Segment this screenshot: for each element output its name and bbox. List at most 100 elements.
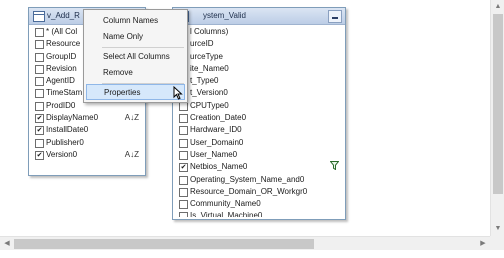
column-label: Community_Name0: [190, 199, 261, 209]
column-checkbox[interactable]: [179, 138, 188, 148]
diagram-canvas: v_Add_R * (All Col Resource GroupID Revisio…: [0, 0, 504, 258]
column-label: urceType: [190, 51, 223, 61]
column-checkbox[interactable]: [35, 64, 44, 74]
column-row[interactable]: Community_Name0: [173, 198, 345, 210]
column-checkbox[interactable]: [35, 28, 44, 37]
column-checkbox[interactable]: [35, 40, 44, 50]
column-checkbox[interactable]: [179, 200, 188, 210]
column-row[interactable]: CPUType0: [173, 100, 345, 112]
menu-item-label: Remove: [103, 68, 133, 77]
column-label: * (All Col: [46, 27, 78, 36]
menu-item-properties[interactable]: Properties: [86, 84, 185, 100]
column-label: GroupID: [46, 51, 77, 61]
menu-separator: [102, 47, 184, 48]
column-label: ProdID0: [46, 100, 76, 110]
column-checkbox[interactable]: ✔: [35, 126, 44, 136]
column-label: User_Domain0: [190, 137, 244, 147]
scroll-right-icon[interactable]: ▶: [476, 237, 490, 251]
column-checkbox[interactable]: [179, 114, 188, 124]
column-label: Is_Virtual_Machine0: [190, 211, 263, 217]
table-title-bar[interactable]: ystem_Valid: [173, 8, 345, 25]
column-row[interactable]: ✔ Netbios_Name0: [173, 161, 345, 173]
column-checkbox[interactable]: [35, 89, 44, 99]
column-label: User_Name0: [190, 149, 238, 159]
horizontal-scroll-thumb[interactable]: [14, 239, 314, 249]
column-label: Creation_Date0: [190, 113, 247, 123]
table-title: v_Add_R: [47, 11, 80, 20]
vertical-scrollbar[interactable]: ▲ ▼: [490, 0, 504, 236]
column-row[interactable]: Is_Virtual_Machine0: [173, 210, 345, 217]
sort-ascending-icon: A↓Z: [124, 113, 139, 123]
column-label: t_Type0: [190, 76, 219, 86]
column-label: t_Version0: [190, 88, 228, 98]
column-checkbox[interactable]: [179, 175, 188, 185]
column-checkbox[interactable]: ✔: [35, 150, 44, 160]
table-icon: [33, 11, 45, 22]
horizontal-scrollbar[interactable]: ◀ ▶: [0, 236, 490, 251]
filter-icon: [329, 161, 340, 172]
column-checkbox[interactable]: ✔: [179, 163, 188, 173]
column-row[interactable]: Operating_System_Name_and0: [173, 174, 345, 186]
column-label: Resource_Domain_OR_Workgr0: [190, 186, 308, 196]
column-label: InstallDate0: [46, 125, 89, 135]
column-label: l Columns): [190, 27, 229, 36]
column-label: TimeStam: [46, 88, 83, 98]
minimize-icon[interactable]: [328, 10, 342, 23]
column-label: urceID: [190, 39, 214, 49]
column-row[interactable]: urceType: [173, 51, 345, 63]
column-label: Resource: [46, 39, 81, 49]
column-row[interactable]: t_Type0: [173, 75, 345, 87]
column-label: Operating_System_Name_and0: [190, 174, 305, 184]
column-checkbox[interactable]: [179, 126, 188, 136]
column-row[interactable]: User_Domain0: [173, 137, 345, 149]
menu-item-remove[interactable]: Remove: [86, 65, 185, 81]
menu-item-select-all-columns[interactable]: Select All Columns: [86, 49, 185, 65]
column-row[interactable]: ✔ Version0 A↓Z: [29, 149, 145, 161]
column-checkbox[interactable]: [35, 138, 44, 148]
column-label: DisplayName0: [46, 113, 99, 123]
column-checkbox[interactable]: [179, 150, 188, 160]
column-row[interactable]: l Columns): [173, 26, 345, 38]
scrollbar-corner: [490, 236, 504, 250]
column-label: Revision: [46, 63, 77, 73]
menu-item-label: Properties: [104, 88, 141, 97]
column-row[interactable]: ite_Name0: [173, 63, 345, 75]
column-row[interactable]: Publisher0: [29, 137, 145, 149]
bottom-strip: [0, 250, 504, 258]
column-row[interactable]: Creation_Date0: [173, 112, 345, 124]
scroll-left-icon[interactable]: ◀: [0, 237, 14, 251]
sort-ascending-icon: A↓Z: [124, 149, 139, 159]
vertical-scroll-thumb[interactable]: [493, 14, 503, 194]
table-title: ystem_Valid: [203, 11, 246, 20]
column-checkbox[interactable]: [35, 77, 44, 87]
column-row[interactable]: urceID: [173, 38, 345, 50]
column-label: Netbios_Name0: [190, 162, 248, 172]
column-checkbox[interactable]: [179, 187, 188, 197]
menu-item-column-names[interactable]: Column Names: [86, 13, 185, 29]
column-label: ite_Name0: [190, 63, 229, 73]
column-list: l Columns) urceID urceType ite_Name0 t_Type0…: [173, 26, 345, 217]
column-label: Version0: [46, 149, 78, 159]
column-row[interactable]: ✔ DisplayName0 A↓Z: [29, 112, 145, 124]
column-checkbox[interactable]: [179, 101, 188, 111]
column-row[interactable]: ✔ InstallDate0: [29, 124, 145, 136]
column-label: Hardware_ID0: [190, 125, 242, 135]
column-label: CPUType0: [190, 100, 229, 110]
column-checkbox[interactable]: ✔: [35, 114, 44, 124]
scroll-up-icon[interactable]: ▲: [491, 0, 504, 14]
table-window-right[interactable]: ystem_Valid l Columns) urceID urceType ite_…: [172, 7, 346, 220]
column-checkbox[interactable]: [35, 101, 44, 111]
column-label: Publisher0: [46, 137, 84, 147]
column-row[interactable]: Resource_Domain_OR_Workgr0: [173, 186, 345, 198]
column-row[interactable]: t_Version0: [173, 87, 345, 99]
column-checkbox[interactable]: [179, 212, 188, 217]
column-row[interactable]: Hardware_ID0: [173, 124, 345, 136]
menu-item-label: Column Names: [103, 16, 159, 25]
mouse-pointer-icon: [173, 85, 183, 103]
column-checkbox[interactable]: [35, 52, 44, 62]
menu-item-label: Name Only: [103, 32, 144, 41]
menu-item-label: Select All Columns: [103, 52, 170, 61]
menu-item-name-only[interactable]: Name Only: [86, 29, 185, 45]
column-row[interactable]: User_Name0: [173, 149, 345, 161]
scroll-down-icon[interactable]: ▼: [491, 222, 504, 236]
